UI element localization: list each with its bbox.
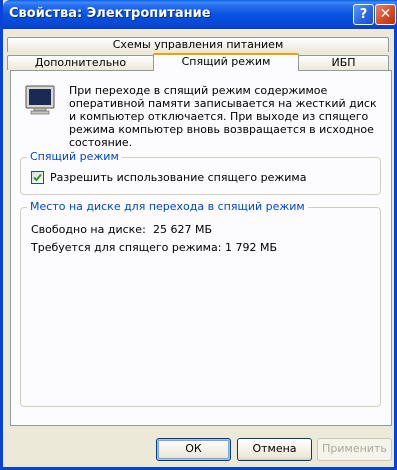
cancel-button-label: Отмена [252, 442, 297, 455]
tab-ups[interactable]: ИБП [298, 55, 389, 70]
ok-button[interactable]: ОК [156, 438, 231, 461]
tab-label: Схемы управления питанием [112, 38, 284, 51]
help-icon: ? [359, 7, 368, 22]
required-space-value: 1 792 МБ [225, 241, 278, 254]
help-button[interactable]: ? [353, 4, 374, 25]
tab-hibernate[interactable]: Спящий режим [153, 53, 299, 71]
cancel-button[interactable]: Отмена [237, 438, 312, 461]
hibernate-group: Спящий режим Разрешить использование спя… [20, 150, 381, 195]
free-space-label: Свободно на диске: [31, 223, 146, 236]
disk-space-group-legend: Место на диске для перехода в спящий реж… [27, 200, 308, 213]
enable-hibernate-checkbox[interactable] [31, 171, 44, 184]
apply-button-label: Применить [322, 442, 387, 455]
hibernate-computer-icon [25, 85, 55, 115]
tab-power-schemes[interactable]: Схемы управления питанием [7, 37, 389, 52]
tab-label: Спящий режим [181, 55, 271, 68]
dialog-window: Свойства: Электропитание ? ✕ Схемы управ… [0, 0, 397, 470]
checkmark-icon [33, 173, 42, 182]
free-space-value: 25 627 МБ [153, 223, 213, 236]
close-button[interactable]: ✕ [375, 4, 396, 25]
hibernate-description: При переходе в спящий режим содержимое о… [69, 84, 377, 149]
hibernate-group-legend: Спящий режим [27, 150, 122, 163]
window-title: Свойства: Электропитание [9, 6, 211, 21]
close-icon: ✕ [379, 6, 392, 22]
enable-hibernate-label[interactable]: Разрешить использование спящего режима [50, 171, 306, 184]
disk-space-group: Место на диске для перехода в спящий реж… [20, 200, 381, 407]
required-space-label: Требуется для спящего режима: [31, 241, 222, 254]
ok-button-label: ОК [185, 442, 202, 455]
title-bar[interactable]: Свойства: Электропитание ? ✕ [3, 0, 397, 29]
tab-label: Дополнительно [34, 56, 127, 69]
tab-advanced[interactable]: Дополнительно [7, 55, 154, 70]
apply-button: Применить [317, 438, 392, 461]
tab-panel: При переходе в спящий режим содержимое о… [10, 70, 392, 426]
tab-label: ИБП [331, 56, 356, 69]
